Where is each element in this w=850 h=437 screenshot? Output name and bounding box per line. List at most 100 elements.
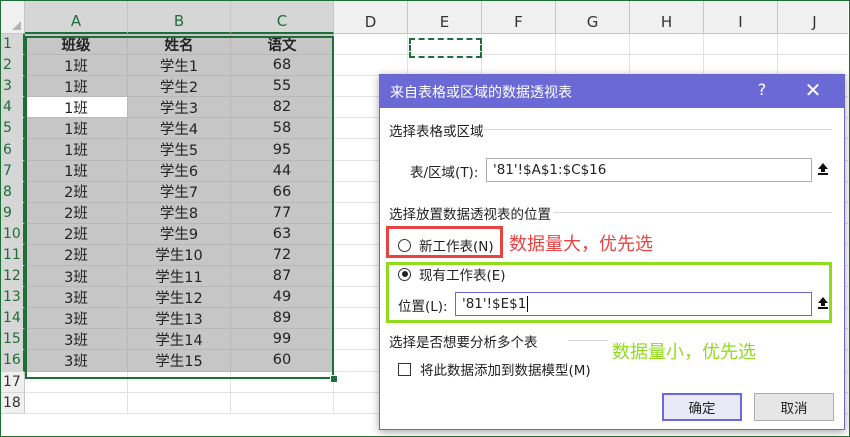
- cell[interactable]: 学生10: [128, 244, 231, 267]
- cell[interactable]: 学生14: [128, 329, 231, 351]
- cell[interactable]: 95: [231, 139, 334, 161]
- column-header-d[interactable]: D: [334, 1, 408, 34]
- column-header-j[interactable]: J: [778, 1, 848, 34]
- cell[interactable]: 语文: [231, 34, 334, 56]
- cell[interactable]: 1班: [25, 55, 128, 77]
- cell[interactable]: 学生6: [128, 160, 231, 182]
- range-collapse-button[interactable]: [813, 159, 833, 181]
- cell[interactable]: 1班: [25, 139, 128, 161]
- help-icon[interactable]: ?: [752, 80, 772, 99]
- row-header[interactable]: 2: [1, 55, 25, 77]
- cancel-button[interactable]: 取消: [754, 393, 834, 421]
- column-header-c[interactable]: C: [231, 1, 334, 34]
- cell[interactable]: 1班: [25, 76, 128, 98]
- cell[interactable]: 学生2: [128, 76, 231, 98]
- fill-handle[interactable]: [330, 375, 338, 383]
- cell[interactable]: 44: [231, 160, 334, 182]
- row-header[interactable]: 13: [1, 287, 25, 309]
- row-header[interactable]: 14: [1, 308, 25, 330]
- cell[interactable]: [704, 34, 778, 56]
- cell[interactable]: [334, 34, 408, 56]
- cell[interactable]: 55: [231, 76, 334, 98]
- cell[interactable]: 学生4: [128, 118, 231, 140]
- cell[interactable]: 学生15: [128, 350, 231, 372]
- row-header[interactable]: 8: [1, 181, 25, 203]
- cell[interactable]: [231, 371, 334, 393]
- row-header[interactable]: 7: [1, 160, 25, 182]
- cell[interactable]: 60: [231, 350, 334, 372]
- cell[interactable]: 2班: [25, 223, 128, 245]
- cell[interactable]: 班级: [25, 34, 128, 56]
- column-header-h[interactable]: H: [630, 1, 704, 34]
- column-header-e[interactable]: E: [408, 1, 482, 34]
- row-header[interactable]: 18: [1, 392, 25, 414]
- cell[interactable]: 3班: [25, 287, 128, 309]
- cell[interactable]: 99: [231, 329, 334, 351]
- cell[interactable]: 姓名: [128, 34, 231, 56]
- row-header[interactable]: 9: [1, 202, 25, 224]
- cell[interactable]: 1班: [25, 97, 128, 119]
- row-header[interactable]: 11: [1, 244, 25, 267]
- ok-button[interactable]: 确定: [662, 393, 742, 421]
- row-header[interactable]: 3: [1, 76, 25, 98]
- cell[interactable]: [556, 34, 630, 56]
- cell[interactable]: 58: [231, 118, 334, 140]
- cell[interactable]: 学生3: [128, 97, 231, 119]
- range-input[interactable]: '81'!$A$1:$C$16: [486, 158, 812, 182]
- row-header[interactable]: 15: [1, 329, 25, 351]
- cell[interactable]: 学生5: [128, 139, 231, 161]
- select-all-corner[interactable]: [1, 1, 25, 34]
- cell[interactable]: 3班: [25, 350, 128, 372]
- cell[interactable]: [25, 392, 128, 414]
- cell[interactable]: 学生13: [128, 308, 231, 330]
- row-header[interactable]: 17: [1, 371, 25, 393]
- cell[interactable]: [630, 34, 704, 56]
- section-placement: 选择放置数据透视表的位置: [389, 207, 551, 223]
- cell[interactable]: [482, 34, 556, 56]
- checkbox-data-model[interactable]: 将此数据添加到数据模型(M): [398, 359, 591, 379]
- cell[interactable]: 49: [231, 287, 334, 309]
- cell[interactable]: 89: [231, 308, 334, 330]
- cell[interactable]: 3班: [25, 266, 128, 288]
- cell[interactable]: 学生7: [128, 181, 231, 203]
- cell[interactable]: [128, 371, 231, 393]
- column-header-f[interactable]: F: [482, 1, 556, 34]
- cell[interactable]: 1班: [25, 118, 128, 140]
- cell[interactable]: 3班: [25, 329, 128, 351]
- cell[interactable]: 学生1: [128, 55, 231, 77]
- cell[interactable]: 1班: [25, 160, 128, 182]
- cell[interactable]: [25, 371, 128, 393]
- cell[interactable]: 3班: [25, 308, 128, 330]
- cell[interactable]: 87: [231, 266, 334, 288]
- section-divider: [554, 212, 832, 213]
- row-header[interactable]: 6: [1, 139, 25, 161]
- cell[interactable]: 学生11: [128, 266, 231, 288]
- row-header[interactable]: 4: [1, 97, 25, 119]
- cell[interactable]: 学生9: [128, 223, 231, 245]
- column-header-g[interactable]: G: [556, 1, 630, 34]
- cell[interactable]: 77: [231, 202, 334, 224]
- cell[interactable]: 68: [231, 55, 334, 77]
- cell[interactable]: [231, 392, 334, 414]
- cell[interactable]: [778, 34, 848, 56]
- cell[interactable]: 学生8: [128, 202, 231, 224]
- cell[interactable]: 2班: [25, 181, 128, 203]
- column-header-b[interactable]: B: [128, 1, 231, 34]
- row-header[interactable]: 5: [1, 118, 25, 140]
- cell[interactable]: 学生12: [128, 287, 231, 309]
- close-icon[interactable]: ✕: [800, 78, 826, 102]
- row-header[interactable]: 10: [1, 223, 25, 245]
- cell[interactable]: 2班: [25, 202, 128, 224]
- column-header-a[interactable]: A: [25, 1, 128, 34]
- row-header[interactable]: 12: [1, 266, 25, 288]
- checkbox-box[interactable]: [398, 362, 411, 376]
- cell[interactable]: 63: [231, 223, 334, 245]
- cell[interactable]: [128, 392, 231, 414]
- row-header[interactable]: 1: [1, 34, 25, 56]
- cell[interactable]: 2班: [25, 244, 128, 267]
- cell[interactable]: 82: [231, 97, 334, 119]
- column-header-i[interactable]: I: [704, 1, 778, 34]
- cell[interactable]: 72: [231, 244, 334, 267]
- cell[interactable]: 66: [231, 181, 334, 203]
- row-header[interactable]: 16: [1, 350, 25, 372]
